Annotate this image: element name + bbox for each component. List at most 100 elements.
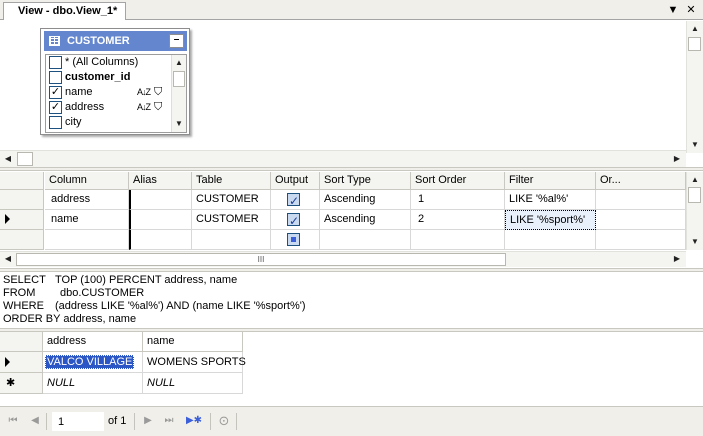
- results-row-selector-new[interactable]: ✱: [0, 373, 43, 394]
- diagram-vscroll-thumb[interactable]: [688, 37, 701, 51]
- scroll-left-icon[interactable]: ◀: [0, 251, 16, 267]
- scroll-right-icon[interactable]: ▶: [669, 251, 685, 267]
- criteria-cell-column[interactable]: address: [45, 190, 129, 210]
- column-checkbox[interactable]: [49, 56, 62, 69]
- diagram-pane[interactable]: CUSTOMER – * (All Columns) customer_id ✓…: [0, 21, 703, 169]
- criteria-vertical-scrollbar[interactable]: ▲ ▼: [686, 172, 703, 250]
- criteria-cell-sort-order[interactable]: 2: [411, 210, 505, 230]
- criteria-header-sort-order[interactable]: Sort Order: [411, 172, 505, 190]
- criteria-vscroll-thumb[interactable]: [688, 187, 701, 203]
- criteria-cell-output[interactable]: [271, 230, 320, 250]
- scroll-down-icon[interactable]: ▼: [687, 137, 703, 153]
- criteria-cell-filter[interactable]: LIKE '%al%': [505, 190, 596, 210]
- criteria-cell-or[interactable]: [596, 230, 686, 250]
- sql-line: ORDER BY address, name: [3, 313, 136, 326]
- scroll-right-icon[interactable]: ▶: [669, 151, 685, 167]
- column-item-address[interactable]: ✓ address A↓Z ⛉: [46, 100, 186, 115]
- stop-icon[interactable]: ⊙: [217, 414, 231, 428]
- criteria-cell-sort-type[interactable]: Ascending: [320, 190, 411, 210]
- criteria-row-selector-current[interactable]: [0, 210, 44, 230]
- criteria-cell-or[interactable]: [596, 210, 686, 230]
- criteria-header-column[interactable]: Column: [45, 172, 129, 190]
- criteria-cell-output[interactable]: [271, 190, 320, 210]
- next-record-icon[interactable]: ▶: [141, 414, 155, 428]
- table-box-customer[interactable]: CUSTOMER – * (All Columns) customer_id ✓…: [40, 28, 190, 135]
- criteria-header-or[interactable]: Or...: [596, 172, 686, 190]
- criteria-header-table[interactable]: Table: [192, 172, 271, 190]
- criteria-cell-table[interactable]: [192, 230, 271, 250]
- minimize-button[interactable]: –: [169, 34, 184, 48]
- criteria-row-selector-new[interactable]: [0, 230, 44, 250]
- column-item-customer-id[interactable]: customer_id: [46, 70, 186, 85]
- criteria-hscroll-thumb[interactable]: III: [16, 253, 506, 266]
- scroll-down-icon[interactable]: ▼: [687, 234, 703, 250]
- criteria-cell-column[interactable]: [45, 230, 129, 250]
- column-list[interactable]: * (All Columns) customer_id ✓ name A↓Z ⛉…: [45, 54, 187, 133]
- criteria-cell-sort-type[interactable]: Ascending: [320, 210, 411, 230]
- criteria-cell-sort-type[interactable]: [320, 230, 411, 250]
- sql-line: FROM dbo.CUSTOMER: [3, 287, 144, 300]
- column-checkbox[interactable]: ✓: [49, 101, 62, 114]
- results-cell-name[interactable]: WOMENS SPORTS: [143, 352, 246, 373]
- column-list-scrollbar[interactable]: ▲ ▼: [171, 55, 186, 132]
- scroll-up-icon[interactable]: ▲: [171, 55, 186, 71]
- criteria-cell-filter[interactable]: [505, 230, 596, 250]
- criteria-cell-alias[interactable]: [129, 210, 192, 230]
- criteria-header-alias[interactable]: Alias: [129, 172, 192, 190]
- scroll-up-icon[interactable]: ▲: [687, 172, 703, 188]
- new-record-icon[interactable]: ▶✱: [183, 414, 205, 428]
- column-item-all-columns[interactable]: * (All Columns): [46, 55, 186, 70]
- sql-text: TOP (100) PERCENT address, name: [55, 274, 238, 286]
- criteria-header-filter[interactable]: Filter: [505, 172, 596, 190]
- pane-splitter[interactable]: [0, 167, 703, 171]
- scroll-up-icon[interactable]: ▲: [687, 21, 703, 37]
- criteria-cell-or[interactable]: [596, 190, 686, 210]
- criteria-cell-table[interactable]: CUSTOMER: [192, 190, 271, 210]
- column-checkbox[interactable]: [49, 71, 62, 84]
- criteria-cell-sort-order[interactable]: [411, 230, 505, 250]
- criteria-cell-output[interactable]: [271, 210, 320, 230]
- results-header-name[interactable]: name: [143, 332, 243, 352]
- close-icon[interactable]: ✕: [684, 3, 698, 17]
- diagram-horizontal-scrollbar[interactable]: ◀ ▶: [0, 150, 686, 167]
- results-pane[interactable]: address name VALCO VILLAGE WOMENS SPORTS…: [0, 332, 703, 398]
- criteria-cell-alias[interactable]: [129, 190, 192, 210]
- output-checkbox[interactable]: [287, 192, 300, 209]
- criteria-pane[interactable]: Column Alias Table Output Sort Type Sort…: [0, 172, 703, 268]
- results-cell-address[interactable]: VALCO VILLAGE: [43, 352, 143, 373]
- sql-pane[interactable]: SELECT TOP (100) PERCENT address, name FR…: [0, 272, 703, 328]
- criteria-row-selector[interactable]: [0, 190, 44, 210]
- scroll-left-icon[interactable]: ◀: [0, 151, 16, 167]
- results-cell-address-new[interactable]: NULL: [43, 373, 143, 394]
- criteria-horizontal-scrollbar[interactable]: ◀ III ▶: [0, 251, 686, 267]
- chevron-down-icon[interactable]: ▼: [666, 3, 680, 17]
- diagram-vertical-scrollbar[interactable]: ▲ ▼: [686, 21, 703, 153]
- column-item-city[interactable]: city: [46, 115, 186, 130]
- criteria-cell-column[interactable]: name: [45, 210, 129, 230]
- criteria-cell-table[interactable]: CUSTOMER: [192, 210, 271, 230]
- results-cell-name-new[interactable]: NULL: [143, 373, 243, 394]
- previous-record-icon[interactable]: ◀: [28, 414, 42, 428]
- column-label: * (All Columns): [65, 56, 139, 68]
- column-checkbox[interactable]: ✓: [49, 86, 62, 99]
- criteria-header-output[interactable]: Output: [271, 172, 320, 190]
- scroll-down-icon[interactable]: ▼: [171, 116, 186, 132]
- diagram-hscroll-thumb[interactable]: [17, 152, 33, 166]
- output-checkbox[interactable]: [287, 212, 300, 229]
- first-record-icon[interactable]: ⏮: [6, 414, 20, 428]
- results-row-selector-current[interactable]: [0, 352, 43, 373]
- column-checkbox[interactable]: [49, 116, 62, 129]
- output-checkbox[interactable]: [287, 233, 300, 246]
- tab-view-dbo-view-1[interactable]: View - dbo.View_1*: [3, 2, 127, 20]
- last-record-icon[interactable]: ⏭: [162, 414, 176, 428]
- selected-cell-value[interactable]: VALCO VILLAGE: [45, 355, 135, 369]
- criteria-cell-alias[interactable]: [129, 230, 192, 250]
- current-page-input[interactable]: 1: [52, 412, 104, 431]
- criteria-cell-filter-active[interactable]: LIKE '%sport%': [505, 210, 596, 230]
- column-list-scroll-thumb[interactable]: [173, 71, 185, 87]
- criteria-cell-sort-order[interactable]: 1: [411, 190, 505, 210]
- results-header-address[interactable]: address: [43, 332, 143, 352]
- table-title-bar[interactable]: CUSTOMER –: [44, 31, 187, 51]
- criteria-header-sort-type[interactable]: Sort Type: [320, 172, 411, 190]
- column-item-name[interactable]: ✓ name A↓Z ⛉: [46, 85, 186, 100]
